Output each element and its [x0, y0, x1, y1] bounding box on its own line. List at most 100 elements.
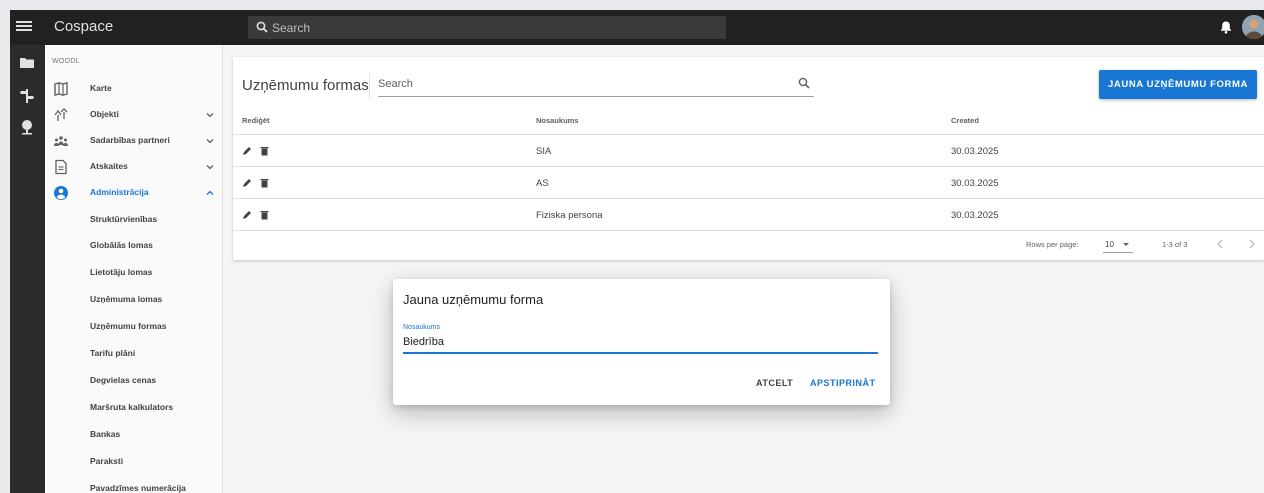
- sidebar-subitem-label: Paraksti: [90, 456, 124, 466]
- menu-icon[interactable]: [16, 19, 32, 35]
- table-header: Rediģēt Nosaukums Created: [233, 107, 1264, 135]
- table-row: SIA 30.03.2025: [233, 136, 1264, 167]
- row-actions: [242, 146, 272, 158]
- dialog-title: Jauna uzņēmumu forma: [403, 292, 544, 307]
- sidebar: WOODL Karte Objekti Sadarbības partneri …: [45, 45, 223, 493]
- sidebar-item-label: Objekti: [90, 109, 119, 119]
- icon-rail: [10, 45, 45, 493]
- search-icon: [256, 21, 268, 33]
- sidebar-subitem-label: Uzņēmumu formas: [90, 321, 167, 331]
- table-search-input[interactable]: [378, 74, 778, 94]
- row-actions: [242, 210, 272, 222]
- search-icon[interactable]: [798, 77, 810, 89]
- sidebar-subitem-label: Degvielas cenas: [90, 375, 157, 385]
- rows-per-page-label: Rows per page:: [1026, 240, 1079, 249]
- sidebar-subitem[interactable]: Maršruta kalkulators: [45, 394, 223, 420]
- forest-icon[interactable]: [19, 119, 35, 135]
- sidebar-subitem[interactable]: Bankas: [45, 421, 223, 447]
- chevron-down-icon: [206, 139, 214, 144]
- sites-icon: [54, 108, 68, 121]
- admin-icon: [54, 186, 68, 200]
- sidebar-item-atskaites[interactable]: Atskaites: [45, 154, 223, 180]
- trash-icon[interactable]: [260, 146, 269, 156]
- main-card: Uzņēmumu formas JAUNA UZŅĒMUMU FORMA Red…: [233, 57, 1264, 260]
- sidebar-item-karte[interactable]: Karte: [45, 76, 223, 102]
- chevron-down-icon: [206, 165, 214, 170]
- cell-created: 30.03.2025: [951, 210, 999, 221]
- trash-icon[interactable]: [260, 210, 269, 220]
- cell-name: SIA: [536, 146, 552, 157]
- sidebar-subitem[interactable]: Degvielas cenas: [45, 367, 223, 393]
- bell-icon[interactable]: [1219, 20, 1233, 34]
- sidebar-subitem-label: Pavadzīmes numerācija: [90, 483, 186, 493]
- pencil-icon[interactable]: [242, 178, 252, 188]
- table-search[interactable]: [378, 71, 814, 97]
- row-actions: [242, 178, 272, 190]
- sidebar-subitem[interactable]: Uzņēmuma lomas: [45, 286, 223, 312]
- new-form-dialog: Jauna uzņēmumu forma Nosaukums ATCELT AP…: [393, 279, 890, 405]
- column-header-edit: Rediģēt: [242, 116, 270, 125]
- cell-name: Fiziska persona: [536, 210, 603, 221]
- sidebar-item-label: Administrācija: [90, 187, 149, 197]
- sidebar-subitem[interactable]: Globālās lomas: [45, 232, 223, 258]
- rows-per-page-value: 10: [1105, 240, 1114, 249]
- sidebar-subitem-label: Struktūrvienības: [90, 214, 158, 224]
- divider: [369, 73, 370, 99]
- page-title: Uzņēmumu formas: [242, 77, 369, 94]
- user-photo-icon: [1242, 15, 1264, 39]
- sidebar-subitem-label: Tarifu plāni: [90, 348, 136, 358]
- column-header-name[interactable]: Nosaukums: [536, 116, 579, 125]
- app-bar: Cospace: [10, 10, 1264, 45]
- sidebar-subitem[interactable]: Tarifu plāni: [45, 340, 223, 366]
- sidebar-subitem[interactable]: Lietotāju lomas: [45, 259, 223, 285]
- sign-direction-icon[interactable]: [19, 88, 35, 104]
- app-frame: Cospace WOODL Karte Objekti Sadarbības p…: [10, 10, 1264, 493]
- sidebar-subitem-label: Globālās lomas: [90, 240, 153, 250]
- cell-name: AS: [536, 178, 549, 189]
- pencil-icon[interactable]: [242, 146, 252, 156]
- sidebar-subitem[interactable]: Pavadzīmes numerācija: [45, 475, 223, 493]
- sidebar-subitem[interactable]: Paraksti: [45, 448, 223, 474]
- name-field[interactable]: Nosaukums: [403, 324, 878, 354]
- chevron-down-icon: [206, 113, 214, 118]
- pagination-range: 1-3 of 3: [1162, 240, 1188, 249]
- name-field-label: Nosaukums: [403, 324, 440, 331]
- chevron-left-icon[interactable]: [1215, 238, 1225, 250]
- folder-icon[interactable]: [19, 55, 35, 71]
- chevron-up-icon: [206, 190, 214, 195]
- new-company-form-button[interactable]: JAUNA UZŅĒMUMU FORMA: [1099, 70, 1257, 99]
- cell-created: 30.03.2025: [951, 146, 999, 157]
- sidebar-item-partneri[interactable]: Sadarbības partneri: [45, 128, 223, 154]
- global-search-input[interactable]: [272, 16, 712, 39]
- sidebar-item-objekti[interactable]: Objekti: [45, 102, 223, 128]
- sidebar-subitem-label: Uzņēmuma lomas: [90, 294, 163, 304]
- sidebar-subitem[interactable]: Uzņēmumu formas: [45, 313, 223, 339]
- trash-icon[interactable]: [260, 178, 269, 188]
- chevron-right-icon[interactable]: [1247, 238, 1257, 250]
- global-search[interactable]: [248, 16, 726, 39]
- pencil-icon[interactable]: [242, 210, 252, 220]
- table-row: AS 30.03.2025: [233, 168, 1264, 199]
- sidebar-subitem-label: Lietotāju lomas: [90, 267, 153, 277]
- table-pagination: Rows per page: 10 1-3 of 3: [233, 229, 1264, 260]
- user-avatar[interactable]: [1242, 15, 1264, 39]
- org-name: WOODL: [52, 58, 80, 65]
- sidebar-item-label: Atskaites: [90, 161, 128, 171]
- partners-icon: [54, 136, 68, 146]
- name-input[interactable]: [403, 334, 873, 350]
- app-title: Cospace: [54, 18, 114, 35]
- sidebar-item-label: Sadarbības partneri: [90, 135, 170, 145]
- sidebar-item-administracija[interactable]: Administrācija: [45, 180, 223, 206]
- rows-per-page-select[interactable]: 10: [1103, 237, 1133, 253]
- cancel-button[interactable]: ATCELT: [756, 378, 793, 388]
- cell-created: 30.03.2025: [951, 178, 999, 189]
- sidebar-subitem-label: Bankas: [90, 429, 121, 439]
- map-icon: [54, 81, 68, 97]
- sidebar-item-label: Karte: [90, 83, 112, 93]
- sidebar-subitem-label: Maršruta kalkulators: [90, 402, 174, 412]
- table-row: Fiziska persona 30.03.2025: [233, 200, 1264, 231]
- column-header-created[interactable]: Created: [951, 116, 979, 125]
- sidebar-subitem[interactable]: Struktūrvienības: [45, 206, 223, 232]
- confirm-button[interactable]: APSTIPRINĀT: [810, 378, 876, 388]
- dropdown-arrow-icon: [1123, 243, 1129, 246]
